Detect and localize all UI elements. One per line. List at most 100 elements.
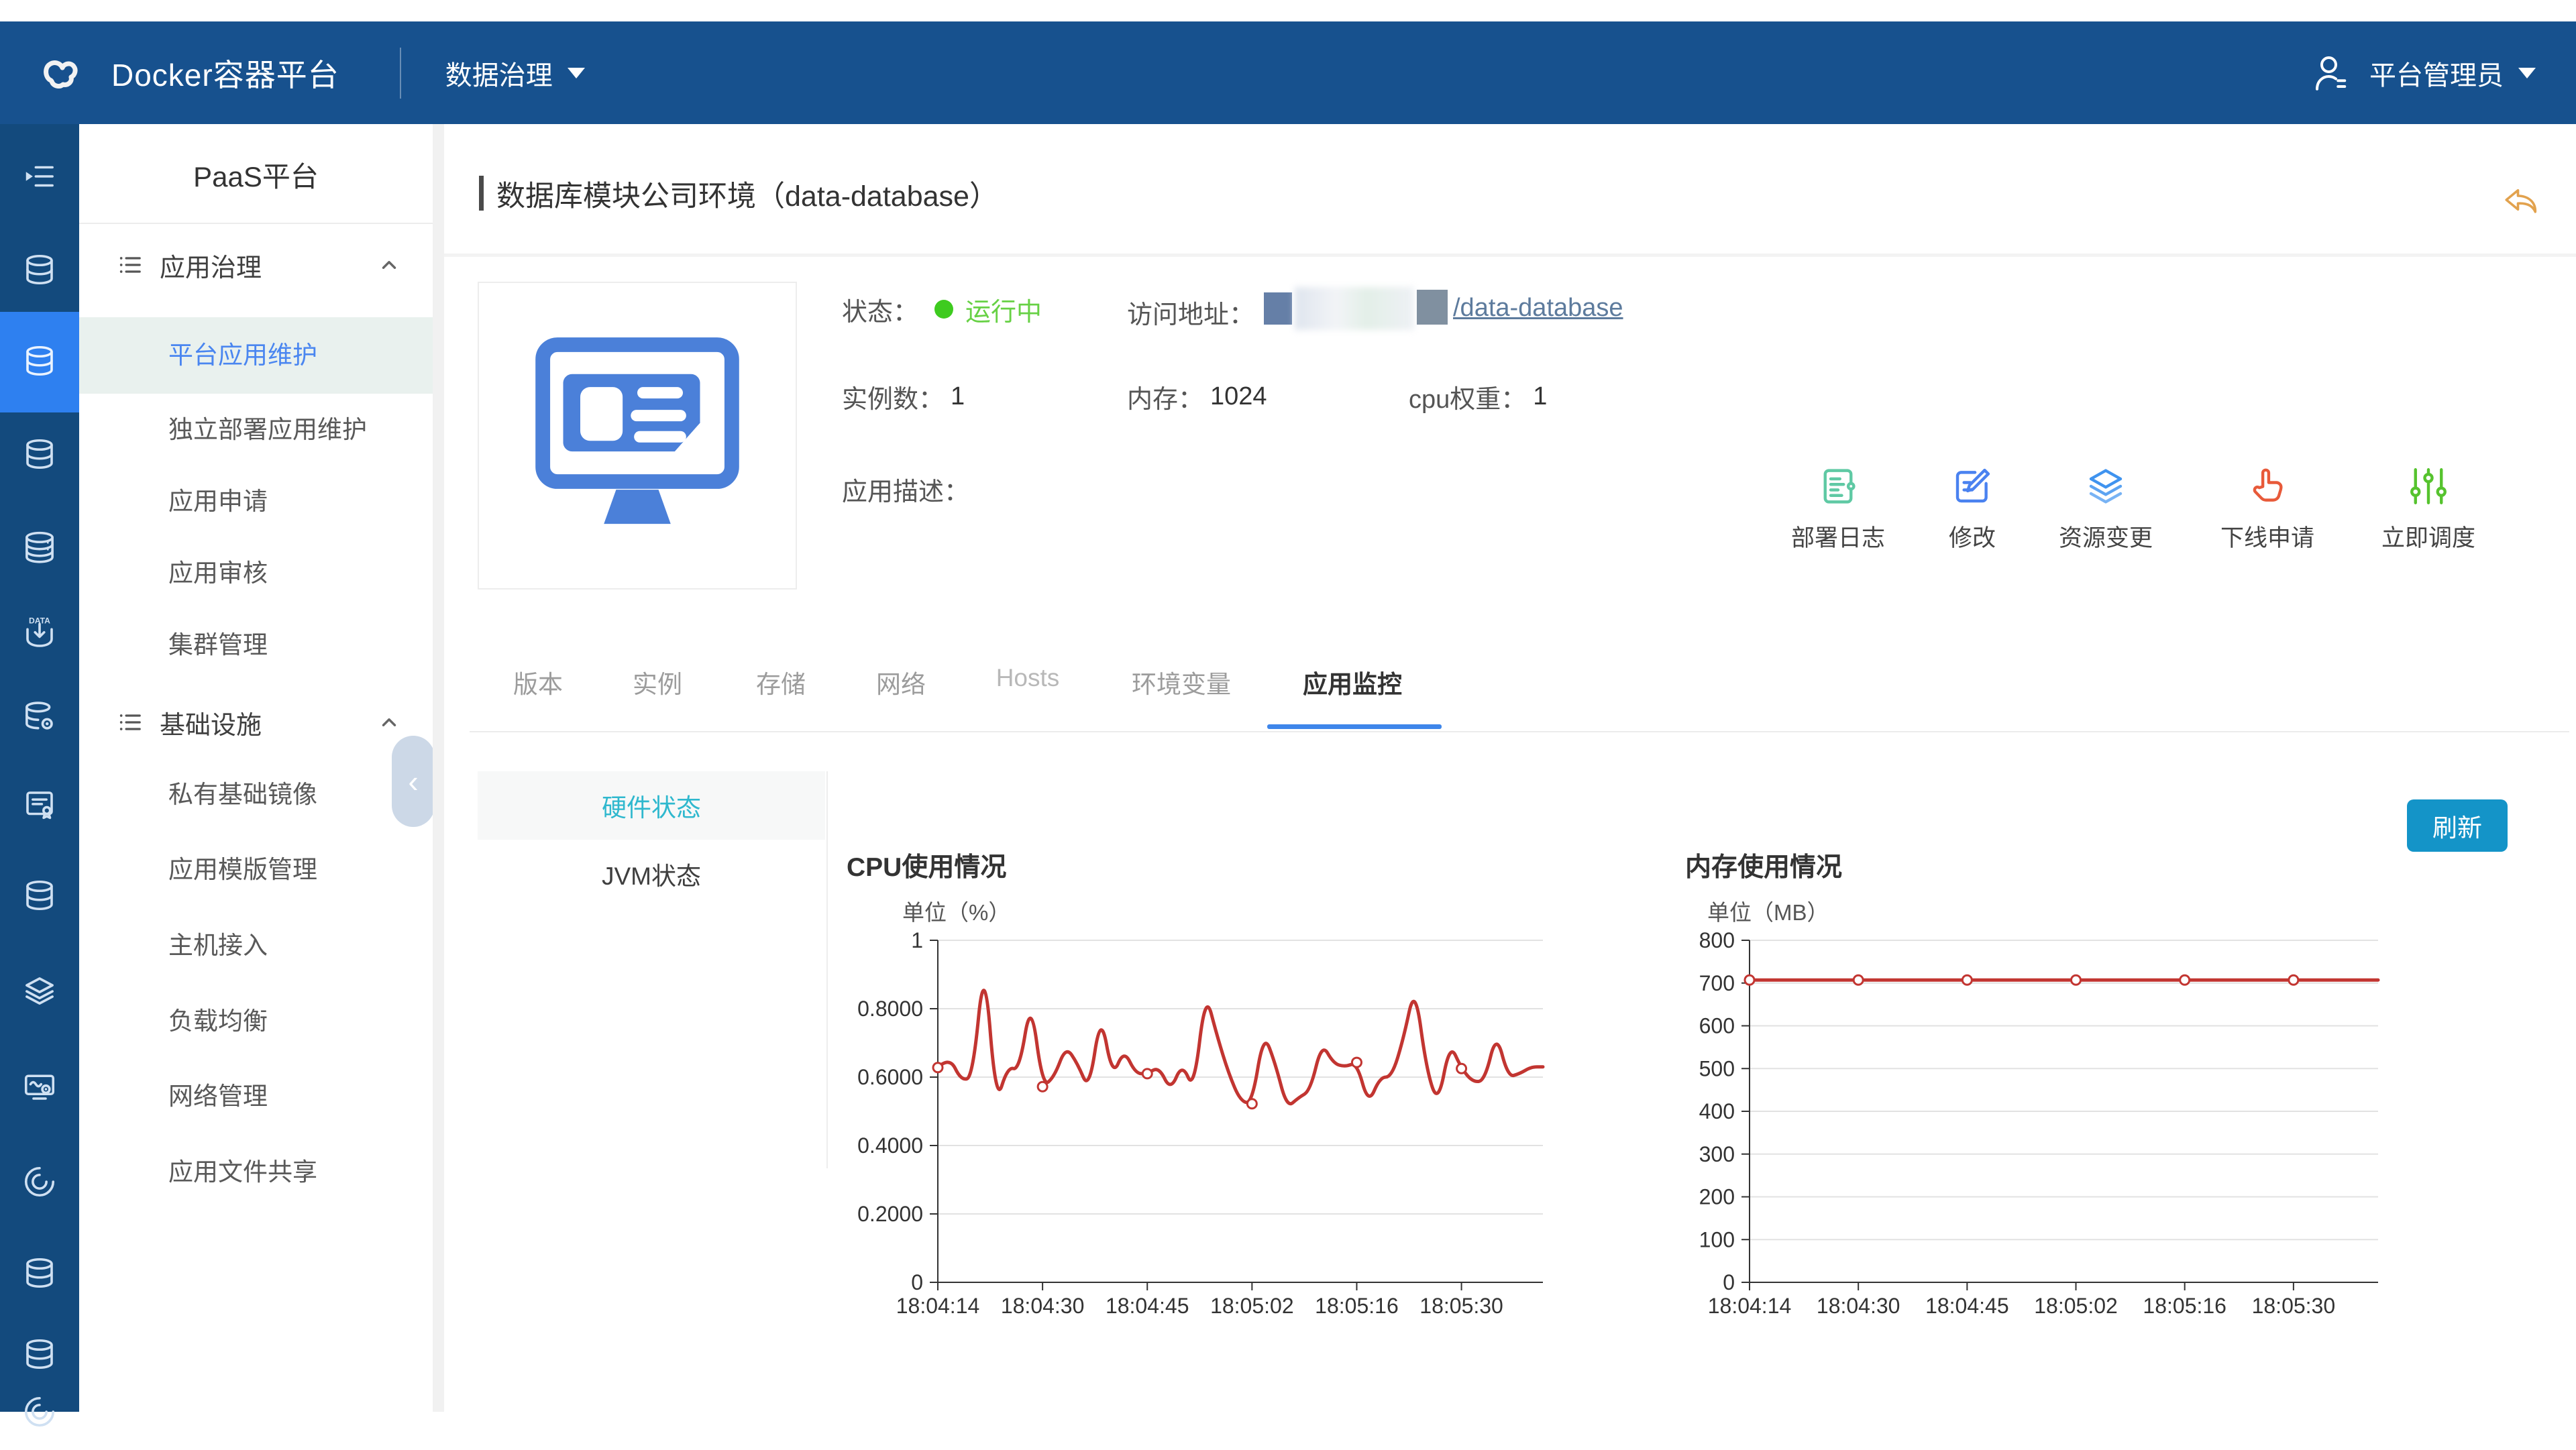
svg-text:18:05:02: 18:05:02 [2034,1294,2118,1318]
action-label: 下线申请 [2220,519,2314,553]
sidebar-divider [79,223,433,224]
subnav-divider [826,771,828,1168]
memory-chart-unit: 单位（MB） [1707,895,1829,927]
page-title: 数据库模块公司环境（data-database） [496,173,998,215]
sidebar-scrollbar[interactable] [433,124,444,1412]
svg-text:18:05:02: 18:05:02 [1210,1294,1294,1318]
data-anchor-icon[interactable]: DATA [21,616,58,652]
svg-text:18:05:30: 18:05:30 [2252,1294,2336,1318]
database-gear-icon[interactable] [21,699,58,735]
tab-hosts[interactable]: Hosts [996,664,1060,692]
tab-network[interactable]: 网络 [876,664,926,700]
certificate-icon[interactable] [21,787,58,823]
resource-change-icon [2084,464,2128,508]
subnav-jvm-status[interactable]: JVM状态 [478,840,825,908]
navbar-menu-data-governance[interactable]: 数据治理 [445,54,585,93]
cpu-weight-row: cpu权重： 1 [1409,380,1547,413]
cpu-chart-title: CPU使用情况 [847,846,1006,884]
list-icon [117,252,144,278]
svg-text:18:05:16: 18:05:16 [2143,1294,2226,1318]
status-dot-icon [934,300,953,319]
sidebar-item-network-management[interactable]: 网络管理 [79,1063,433,1130]
memory-chart-title: 内存使用情况 [1685,846,1842,884]
database-icon[interactable] [21,252,58,288]
app-url-link[interactable]: /data-database [1453,294,1623,323]
sidebar-section-infrastructure[interactable]: 基础设施 [79,694,433,750]
sidebar-collapse-handle[interactable]: ‹ [392,736,435,827]
database-icon[interactable] [21,1336,58,1372]
database-icon-active[interactable] [21,343,58,379]
svg-text:DATA: DATA [29,616,50,625]
title-accent-bar [479,176,484,211]
memory-usage-chart: 800700600500400300200100018:04:1418:04:3… [1644,926,2408,1321]
sidebar-section-label: 基础设施 [160,704,262,741]
svg-text:700: 700 [1699,971,1735,995]
sliders-icon [2406,464,2451,508]
memory-row: 内存： 1024 [1127,380,1267,413]
svg-text:800: 800 [1699,928,1735,952]
menu-toggle-icon[interactable] [21,158,58,194]
chevron-up-icon [378,711,400,734]
database-icon[interactable] [21,877,58,913]
sidebar-item-private-base-image[interactable]: 私有基础镜像 [79,761,433,828]
sidebar-section-app-governance[interactable]: 应用治理 [79,237,433,293]
cpu-weight-value: 1 [1533,382,1547,411]
sidebar-item-app-apply[interactable]: 应用申请 [79,468,433,535]
tab-storage[interactable]: 存储 [756,664,806,700]
svg-text:600: 600 [1699,1014,1735,1038]
svg-text:18:04:30: 18:04:30 [1817,1294,1900,1318]
svg-text:400: 400 [1699,1099,1735,1123]
swirl-icon[interactable] [21,1394,58,1430]
chevron-down-icon [2518,68,2536,78]
svg-text:100: 100 [1699,1227,1735,1251]
user-dropdown[interactable]: 平台管理员 [2310,53,2536,93]
refresh-button[interactable]: 刷新 [2407,799,2508,852]
navbar-menu-label: 数据治理 [445,54,553,93]
status-value: 运行中 [965,291,1042,328]
sidebar-item-app-file-sharing[interactable]: 应用文件共享 [79,1139,433,1206]
svg-text:18:04:14: 18:04:14 [896,1294,980,1318]
layers-icon[interactable] [21,972,58,1009]
sidebar-item-load-balancing[interactable]: 负载均衡 [79,988,433,1055]
monitor-gear-icon[interactable] [21,1068,58,1105]
app-monitor-icon [523,322,751,550]
svg-text:18:04:45: 18:04:45 [1925,1294,2009,1318]
tab-instance[interactable]: 实例 [633,664,682,700]
sidebar-item-cluster-management[interactable]: 集群管理 [79,612,433,679]
cpu-usage-chart: 10.80000.60000.40000.2000018:04:1418:04:… [832,926,1570,1321]
resource-change-action[interactable]: 资源变更 [2042,464,2169,553]
subnav-hardware-status[interactable]: 硬件状态 [478,771,825,840]
chevron-up-icon [378,254,400,276]
status-label: 状态： [842,291,918,328]
offline-request-action[interactable]: 下线申请 [2204,464,2331,553]
svg-text:0.4000: 0.4000 [857,1133,923,1158]
action-label: 修改 [1949,519,1996,553]
svg-text:18:05:30: 18:05:30 [1419,1294,1503,1318]
sidebar-item-app-template-management[interactable]: 应用模版管理 [79,836,433,903]
sidebar-section-label: 应用治理 [160,247,262,284]
edit-action[interactable]: 修改 [1909,464,2036,553]
schedule-now-action[interactable]: 立即调度 [2365,464,2492,553]
tab-env-vars[interactable]: 环境变量 [1132,664,1231,700]
deploy-log-action[interactable]: 部署日志 [1774,464,1902,553]
app-icon-card [478,282,797,590]
tabs-baseline [470,731,2569,732]
svg-text:18:04:30: 18:04:30 [1001,1294,1085,1318]
svg-text:0: 0 [1723,1270,1735,1294]
database-icon[interactable] [21,1255,58,1291]
sidebar-item-app-review[interactable]: 应用审核 [79,540,433,607]
database-stack-icon[interactable] [21,529,58,565]
header-divider [444,254,2576,257]
tab-app-monitoring[interactable]: 应用监控 [1303,664,1402,700]
action-label: 资源变更 [2059,519,2153,553]
tab-version[interactable]: 版本 [513,664,563,700]
edit-icon [1950,464,1994,508]
sidebar-item-standalone-app-maintain[interactable]: 独立部署应用维护 [79,396,433,463]
sidebar-item-host-access[interactable]: 主机接入 [79,912,433,979]
svg-text:0.2000: 0.2000 [857,1202,923,1226]
database-icon[interactable] [21,436,58,472]
swirl-icon[interactable] [21,1164,58,1200]
sidebar-item-platform-app-maintain[interactable]: 平台应用维护 [79,317,433,394]
return-icon[interactable] [2497,176,2545,224]
memory-value: 1024 [1210,382,1267,411]
